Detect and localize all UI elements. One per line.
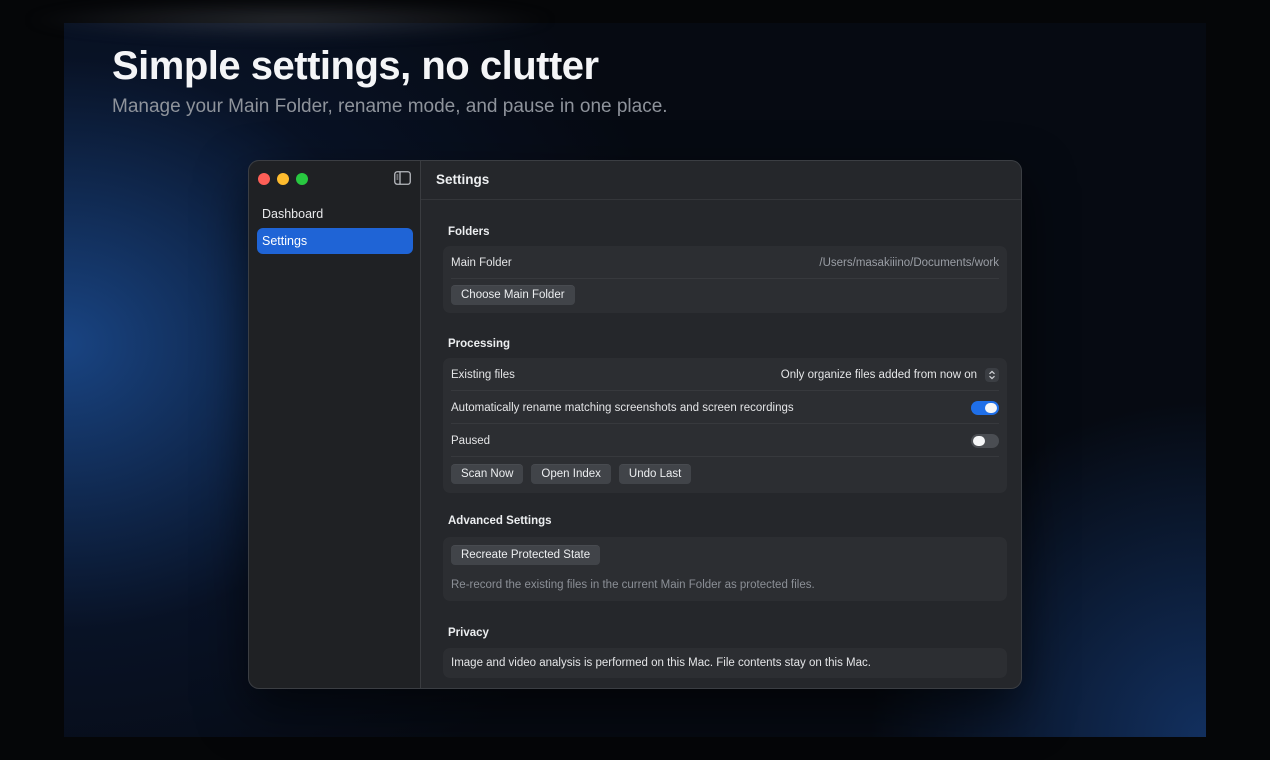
- processing-group: Existing files Only organize files added…: [443, 358, 1007, 493]
- settings-window: Dashboard Settings Settings Folders Main…: [248, 160, 1022, 689]
- paused-toggle[interactable]: [971, 433, 999, 448]
- settings-content: Folders Main Folder /Users/masakiiino/Do…: [421, 200, 1021, 688]
- existing-files-label: Existing files: [451, 368, 515, 381]
- section-title-processing: Processing: [448, 338, 510, 350]
- hero-title: Simple settings, no clutter: [112, 44, 599, 88]
- folders-actions: Choose Main Folder: [451, 285, 575, 305]
- page-title: Settings: [421, 161, 1021, 200]
- existing-files-row: Existing files Only organize files added…: [443, 358, 1007, 391]
- zoom-window-button[interactable]: [296, 173, 308, 185]
- recreate-protected-state-button[interactable]: Recreate Protected State: [451, 545, 601, 565]
- sidebar-left-icon[interactable]: [394, 171, 411, 185]
- existing-files-value: Only organize files added from now on: [780, 368, 977, 381]
- minimize-window-button[interactable]: [277, 173, 289, 185]
- window-controls: [258, 173, 308, 185]
- privacy-group: Image and video analysis is performed on…: [443, 648, 1007, 678]
- privacy-row: Image and video analysis is performed on…: [443, 648, 1007, 678]
- paused-label: Paused: [451, 434, 491, 447]
- chevron-up-down-icon: [985, 367, 999, 382]
- choose-main-folder-button[interactable]: Choose Main Folder: [451, 285, 575, 305]
- background-glow: [20, 0, 560, 40]
- main-folder-row: Main Folder /Users/masakiiino/Documents/…: [443, 246, 1007, 279]
- privacy-note: Image and video analysis is performed on…: [451, 657, 871, 669]
- row-divider: [451, 278, 999, 279]
- section-title-privacy: Privacy: [448, 627, 489, 639]
- row-divider: [451, 456, 999, 457]
- main-folder-label: Main Folder: [451, 256, 512, 269]
- hero-subtitle: Manage your Main Folder, rename mode, an…: [112, 96, 668, 117]
- section-title-folders: Folders: [448, 226, 490, 238]
- auto-rename-toggle[interactable]: [971, 400, 999, 415]
- advanced-group: Recreate Protected State Re-record the e…: [443, 537, 1007, 601]
- open-index-button[interactable]: Open Index: [531, 464, 611, 484]
- advanced-actions: Recreate Protected State: [451, 545, 601, 565]
- section-title-advanced: Advanced Settings: [448, 515, 552, 527]
- processing-actions: Scan Now Open Index Undo Last: [451, 464, 692, 484]
- sidebar-item-dashboard[interactable]: Dashboard: [257, 201, 413, 227]
- existing-files-popup[interactable]: Only organize files added from now on: [780, 367, 999, 382]
- auto-rename-row: Automatically rename matching screenshot…: [443, 391, 1007, 424]
- main-folder-path: /Users/masakiiino/Documents/work: [819, 256, 999, 269]
- toggle-knob: [973, 435, 985, 446]
- toggle-knob: [985, 402, 997, 413]
- advanced-note: Re-record the existing files in the curr…: [451, 579, 815, 591]
- main-pane: Settings Folders Main Folder /Users/masa…: [421, 161, 1021, 688]
- close-window-button[interactable]: [258, 173, 270, 185]
- sidebar: Dashboard Settings: [249, 161, 421, 688]
- undo-last-button[interactable]: Undo Last: [618, 464, 692, 484]
- auto-rename-label: Automatically rename matching screenshot…: [451, 401, 794, 414]
- sidebar-item-settings[interactable]: Settings: [257, 228, 413, 254]
- sidebar-nav: Dashboard Settings: [257, 201, 413, 255]
- scan-now-button[interactable]: Scan Now: [451, 464, 524, 484]
- folders-group: Main Folder /Users/masakiiino/Documents/…: [443, 246, 1007, 313]
- paused-row: Paused: [443, 424, 1007, 457]
